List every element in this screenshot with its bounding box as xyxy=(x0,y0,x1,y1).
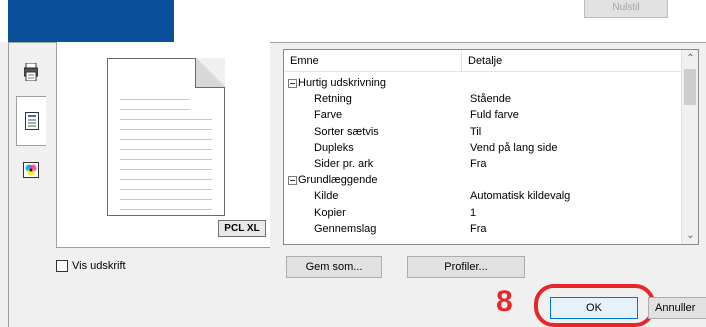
list-item[interactable]: Sorter sætvis Til xyxy=(284,124,682,140)
reset-button[interactable]: Nulstil xyxy=(584,0,668,18)
step-number: 8 xyxy=(496,285,513,318)
list-item[interactable]: Kopier 1 xyxy=(284,205,682,221)
list-item[interactable]: Sider pr. ark Fra xyxy=(284,156,682,172)
list-item[interactable]: Retning Stående xyxy=(284,91,682,107)
show-print-checkbox[interactable] xyxy=(56,260,68,272)
list-item[interactable]: Farve Fuld farve xyxy=(284,107,682,123)
tab-document[interactable] xyxy=(16,96,46,146)
title-area: Nulstil xyxy=(0,0,706,42)
page-preview: PCL XL xyxy=(56,42,270,248)
scroll-thumb[interactable] xyxy=(684,69,696,105)
settings-list[interactable]: Emne Detalje Hurtig udskrivning Retning … xyxy=(283,49,699,245)
highlight-ring xyxy=(534,284,655,327)
list-group-row[interactable]: Hurtig udskrivning xyxy=(284,75,682,91)
collapse-icon[interactable] xyxy=(288,176,297,186)
list-rows: Hurtig udskrivning Retning Stående Farve… xyxy=(284,75,682,237)
list-item[interactable]: Gennemslag Fra xyxy=(284,221,682,237)
document-icon xyxy=(24,112,39,130)
profiles-button[interactable]: Profiler... xyxy=(407,256,525,278)
scroll-up-icon[interactable]: ⌃ xyxy=(682,50,698,67)
list-item[interactable]: Dupleks Vend på lang side xyxy=(284,140,682,156)
printer-icon xyxy=(24,63,38,81)
save-as-button[interactable]: Gem som... xyxy=(286,256,382,278)
show-print-option[interactable]: Vis udskrift xyxy=(56,259,126,273)
vertical-scrollbar[interactable]: ⌃ ⌄ xyxy=(681,50,698,244)
header-banner xyxy=(8,0,174,42)
page-fold xyxy=(195,58,225,88)
collapse-icon[interactable] xyxy=(288,79,297,88)
tab-printer[interactable] xyxy=(16,50,46,94)
scroll-down-icon[interactable]: ⌄ xyxy=(682,227,698,244)
list-header: Emne Detalje xyxy=(284,50,682,72)
column-header-detail[interactable]: Detalje xyxy=(462,50,682,72)
pdl-badge: PCL XL xyxy=(218,220,266,237)
tab-color[interactable] xyxy=(16,148,46,192)
column-header-item[interactable]: Emne xyxy=(284,50,462,72)
show-print-label: Vis udskrift xyxy=(72,260,126,272)
cancel-button[interactable]: Annuller xyxy=(648,297,706,319)
color-icon xyxy=(23,162,39,178)
page-thumbnail xyxy=(107,58,225,216)
list-group-row[interactable]: Grundlæggende xyxy=(284,172,682,188)
list-item[interactable]: Kilde Automatisk kildevalg xyxy=(284,188,682,204)
